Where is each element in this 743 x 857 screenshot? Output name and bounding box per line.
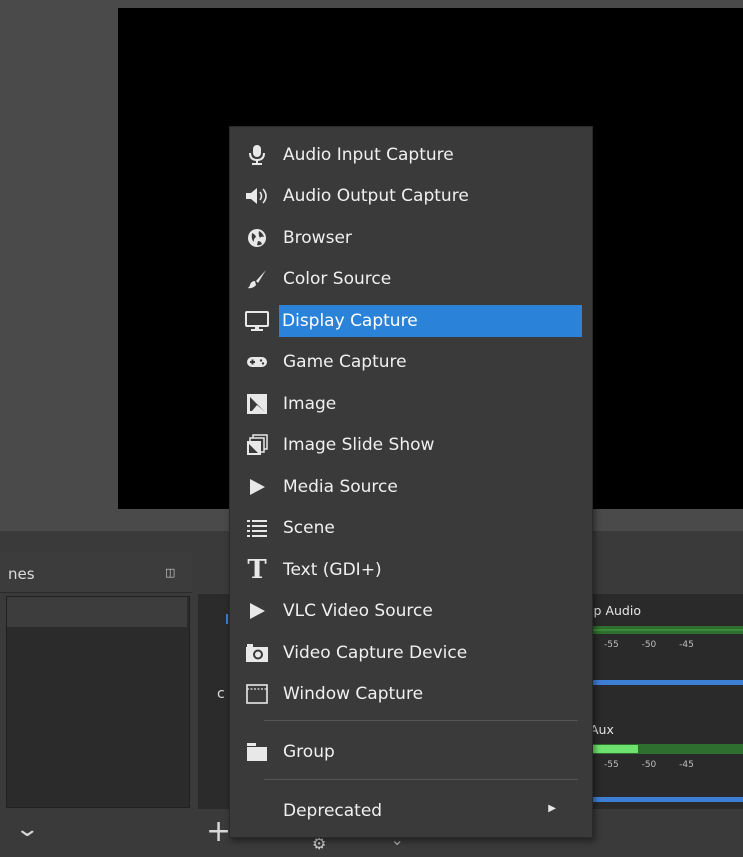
- menu-item-label: Deprecated: [283, 801, 383, 821]
- menu-item-browser[interactable]: Browser: [232, 218, 584, 258]
- menu-item-media-source[interactable]: Media Source: [232, 467, 584, 507]
- list-icon: [232, 508, 282, 548]
- menu-item-group[interactable]: Group: [232, 732, 584, 772]
- image-icon: [232, 384, 282, 424]
- meter-tick-label: -50: [641, 760, 657, 770]
- menu-item-window-capture[interactable]: Window Capture: [232, 674, 584, 714]
- menu-item-video-capture-device[interactable]: Video Capture Device: [232, 633, 584, 673]
- menu-item-label: Audio Output Capture: [283, 186, 469, 206]
- menu-item-color-source[interactable]: Color Source: [232, 259, 584, 299]
- menu-item-label: Text (GDI+): [283, 560, 382, 580]
- menu-item-audio-output-capture[interactable]: Audio Output Capture: [232, 176, 584, 216]
- speaker-icon: [232, 176, 282, 216]
- menu-item-image[interactable]: Image: [232, 384, 584, 424]
- menu-item-label: Game Capture: [283, 352, 407, 372]
- menu-item-vlc-video-source[interactable]: VLC Video Source: [232, 591, 584, 631]
- meter-tick-label: -50: [641, 640, 657, 650]
- menu-item-label: Media Source: [283, 477, 398, 497]
- menu-item-label: Window Capture: [283, 684, 424, 704]
- menu-item-display-capture[interactable]: Display Capture: [232, 301, 584, 341]
- menu-separator: [264, 779, 578, 780]
- meter-tick-label: -45: [679, 760, 694, 770]
- scenes-list[interactable]: [6, 596, 190, 808]
- meter-tick-label: -45: [679, 640, 694, 650]
- gamepad-icon: [232, 342, 282, 382]
- menu-item-label: Image: [283, 394, 337, 414]
- source-list-item-label: c: [217, 686, 225, 702]
- globe-icon: [232, 218, 282, 258]
- paintbrush-icon: [232, 259, 282, 299]
- menu-item-label: Audio Input Capture: [283, 145, 454, 165]
- menu-item-text-gdi[interactable]: T Text (GDI+): [232, 550, 584, 590]
- play-icon: [232, 467, 282, 507]
- menu-separator: [264, 720, 578, 721]
- menu-item-label: Image Slide Show: [283, 435, 435, 455]
- undock-icon[interactable]: ◫: [165, 566, 175, 579]
- volume-fader[interactable]: [586, 797, 743, 802]
- volume-meter-level: [586, 629, 743, 631]
- text-icon: T: [247, 555, 267, 585]
- source-visibility-icon[interactable]: [226, 614, 228, 624]
- menu-item-icon-placeholder: [232, 791, 282, 831]
- folder-icon: [232, 732, 282, 772]
- slideshow-icon: [232, 425, 282, 465]
- meter-tick-label: -55: [604, 640, 619, 650]
- menu-item-label: Video Capture Device: [283, 643, 468, 663]
- chevron-down-icon[interactable]: ⌄: [14, 817, 40, 842]
- menu-item-label: VLC Video Source: [283, 601, 433, 621]
- add-source-context-menu: Audio Input Capture Audio Output Capture…: [229, 126, 593, 838]
- window-icon: [232, 674, 282, 714]
- play-icon: [232, 591, 282, 631]
- preview-top-border: [118, 0, 743, 8]
- menu-item-label: Color Source: [283, 269, 392, 289]
- volume-meter-level: [586, 745, 638, 753]
- microphone-icon: [232, 135, 282, 175]
- left-panel-area: [0, 0, 118, 512]
- scenes-dock-title: nes: [8, 565, 35, 583]
- menu-item-label: Browser: [283, 228, 352, 248]
- meter-scale: -55 -50 -45: [604, 760, 694, 770]
- menu-item-audio-input-capture[interactable]: Audio Input Capture: [232, 135, 584, 175]
- monitor-icon: [232, 301, 282, 341]
- submenu-arrow-icon: ▶: [548, 803, 556, 814]
- meter-scale: -55 -50 -45: [604, 640, 694, 650]
- menu-item-label: Scene: [283, 518, 335, 538]
- menu-item-image-slide-show[interactable]: Image Slide Show: [232, 425, 584, 465]
- meter-tick-label: -55: [604, 760, 619, 770]
- menu-item-label: Group: [283, 742, 335, 762]
- camera-icon: [232, 633, 282, 673]
- volume-fader[interactable]: [586, 680, 743, 685]
- scene-list-item[interactable]: [7, 597, 187, 627]
- menu-item-scene[interactable]: Scene: [232, 508, 584, 548]
- add-source-icon[interactable]: +: [206, 814, 231, 849]
- mixer-channel-label: Aux: [590, 722, 614, 737]
- menu-item-game-capture[interactable]: Game Capture: [232, 342, 584, 382]
- menu-item-deprecated[interactable]: Deprecated ▶: [232, 791, 584, 831]
- menu-item-label: Display Capture: [279, 305, 582, 337]
